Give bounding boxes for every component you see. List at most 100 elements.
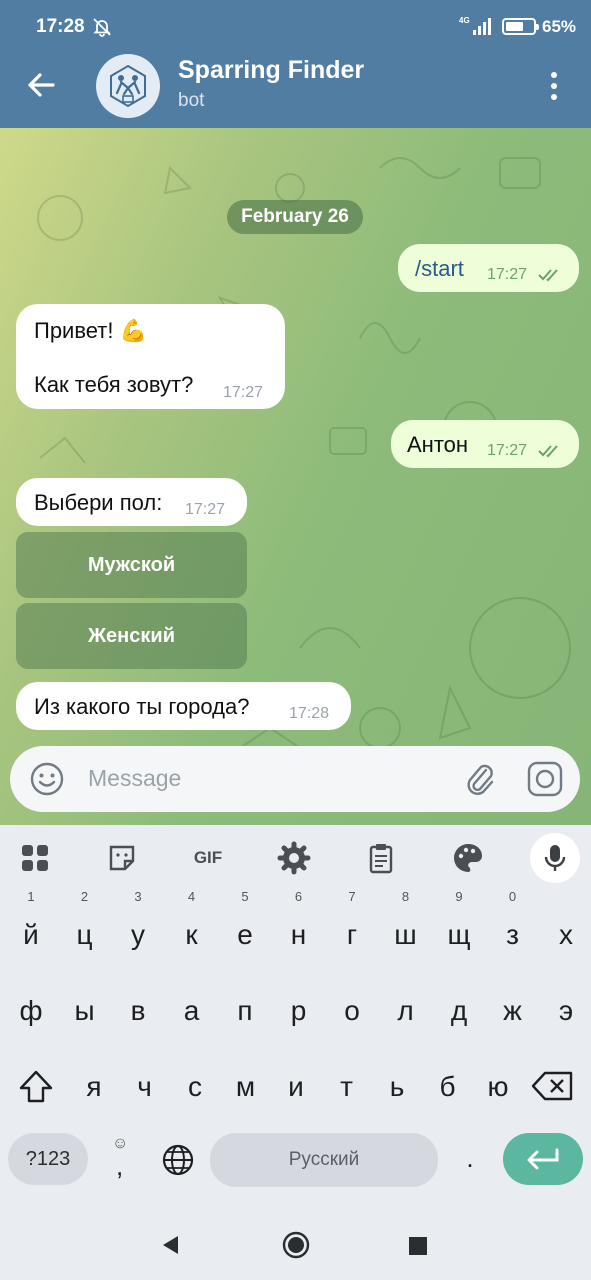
key-label: э	[558, 995, 574, 1026]
key-row1-1[interactable]: 2ц	[60, 889, 110, 965]
key-row3-8[interactable]: ю	[473, 1057, 523, 1117]
message-input[interactable]: Message	[88, 765, 181, 792]
key-label: и	[288, 1071, 304, 1102]
emoji-icon[interactable]	[28, 760, 66, 798]
key-label: п	[237, 995, 253, 1026]
key-hint: 2	[80, 889, 89, 904]
message-text-line1[interactable]: Привет! 💪	[34, 318, 147, 344]
key-row2-1[interactable]: ы	[60, 981, 110, 1041]
keyboard-toolbar: GIF	[0, 825, 591, 891]
message-incoming[interactable]: Из какого ты города? 17:28	[16, 682, 351, 730]
app-header: 17:28 4G 65% Sparring Finder bot	[0, 0, 591, 128]
sticker-icon[interactable]	[105, 841, 139, 875]
key-row2-3[interactable]: а	[167, 981, 217, 1041]
key-row1-10[interactable]: х	[541, 905, 591, 965]
chat-title[interactable]: Sparring Finder	[178, 56, 364, 85]
key-label: р	[290, 995, 307, 1026]
inline-button-female[interactable]: Женский	[16, 603, 247, 669]
message-text[interactable]: Из какого ты города?	[34, 694, 249, 720]
message-text[interactable]: Выбери пол:	[34, 490, 162, 516]
key-label: х	[559, 919, 573, 950]
enter-arrow-icon	[527, 1148, 559, 1170]
inline-button-male[interactable]: Мужской	[16, 532, 247, 598]
comma-emoji-key[interactable]: ☺ ,	[110, 1133, 134, 1185]
chat-area[interactable]: February 26 /start 17:27 Привет! 💪 Как т…	[0, 128, 591, 825]
settings-gear-icon[interactable]	[277, 841, 311, 875]
key-row1-0[interactable]: 1й	[6, 889, 56, 965]
key-row3-7[interactable]: б	[423, 1057, 473, 1117]
theme-palette-icon[interactable]	[451, 841, 485, 875]
battery-level	[506, 22, 523, 31]
key-row2-10[interactable]: э	[541, 981, 591, 1041]
message-outgoing[interactable]: /start 17:27	[398, 244, 579, 292]
key-row3-1[interactable]: ч	[120, 1057, 170, 1117]
key-row2-2[interactable]: в	[113, 981, 163, 1041]
shift-icon[interactable]	[16, 1067, 56, 1107]
key-row3-0[interactable]: я	[69, 1057, 119, 1117]
signal-icon	[473, 18, 491, 35]
key-row1-7[interactable]: 8ш	[381, 889, 431, 965]
key-row1-8[interactable]: 9щ	[434, 889, 484, 965]
backspace-icon[interactable]	[531, 1070, 575, 1102]
key-label: й	[23, 919, 39, 950]
key-row1-9[interactable]: 0з	[488, 889, 538, 965]
back-arrow-icon[interactable]	[22, 66, 60, 104]
key-label: г	[346, 919, 358, 950]
message-text[interactable]: /start	[415, 256, 464, 282]
key-row2-6[interactable]: о	[327, 981, 377, 1041]
bot-avatar[interactable]	[96, 54, 160, 118]
key-row2-8[interactable]: д	[434, 981, 484, 1041]
space-key[interactable]: Русский	[210, 1133, 438, 1187]
nav-home-icon[interactable]	[282, 1231, 310, 1259]
message-time: 17:27	[487, 266, 528, 283]
system-navigation-bar	[0, 1210, 591, 1280]
language-globe-icon[interactable]	[161, 1143, 195, 1177]
key-label: з	[506, 919, 519, 950]
key-hint: 6	[294, 889, 303, 904]
paperclip-icon[interactable]	[462, 760, 498, 798]
key-row3-5[interactable]: т	[322, 1057, 372, 1117]
key-row3-3[interactable]: м	[221, 1057, 271, 1117]
key-hint: 4	[187, 889, 196, 904]
key-row1-4[interactable]: 5е	[220, 889, 270, 965]
onscreen-keyboard: GIF 1й2ц3у4к5е6н7г 8 ш 9 щ 0 з х ф ы в а…	[0, 825, 591, 1210]
key-row1-6[interactable]: 7г	[327, 889, 377, 965]
gif-button[interactable]: GIF	[188, 841, 228, 875]
key-label: в	[130, 995, 146, 1026]
more-options-icon[interactable]	[540, 68, 568, 104]
period-key[interactable]: .	[458, 1143, 482, 1183]
symbols-key[interactable]: ?123	[8, 1133, 88, 1185]
voice-input-button[interactable]	[530, 833, 580, 883]
key-row2-5[interactable]: р	[274, 981, 324, 1041]
message-text[interactable]: Антон	[407, 432, 468, 458]
status-time: 17:28	[36, 16, 85, 37]
nav-back-icon[interactable]	[160, 1234, 182, 1256]
key-label: ц	[76, 919, 93, 950]
key-row2-7[interactable]: л	[381, 981, 431, 1041]
battery-icon	[502, 18, 539, 35]
nav-recents-icon[interactable]	[408, 1236, 428, 1256]
key-row1-5[interactable]: 6н	[274, 889, 324, 965]
key-row3-2[interactable]: с	[170, 1057, 220, 1117]
key-hint: 7	[348, 889, 356, 904]
key-row2-9[interactable]: ж	[488, 981, 538, 1041]
network-type: 4G	[459, 16, 470, 25]
key-row2-4[interactable]: п	[220, 981, 270, 1041]
message-text-line2[interactable]: Как тебя зовут?	[34, 372, 193, 398]
key-hint: 0	[508, 889, 517, 904]
clipboard-icon[interactable]	[364, 841, 398, 875]
key-label: ь	[389, 1071, 405, 1102]
key-row3-4[interactable]: и	[271, 1057, 321, 1117]
key-label: к	[185, 919, 198, 950]
message-incoming[interactable]: Выбери пол: 17:27	[16, 478, 247, 526]
camera-icon[interactable]	[526, 760, 564, 798]
key-row1-2[interactable]: 3у	[113, 889, 163, 965]
apps-grid-icon[interactable]	[18, 841, 52, 875]
message-outgoing[interactable]: Антон 17:27	[391, 420, 579, 468]
key-row1-3[interactable]: 4к	[167, 889, 217, 965]
key-row3-6[interactable]: ь	[372, 1057, 422, 1117]
bell-off-icon	[93, 18, 111, 37]
message-incoming[interactable]: Привет! 💪 Как тебя зовут? 17:27	[16, 304, 285, 409]
key-row2-0[interactable]: ф	[6, 981, 56, 1041]
enter-key[interactable]	[503, 1133, 583, 1185]
